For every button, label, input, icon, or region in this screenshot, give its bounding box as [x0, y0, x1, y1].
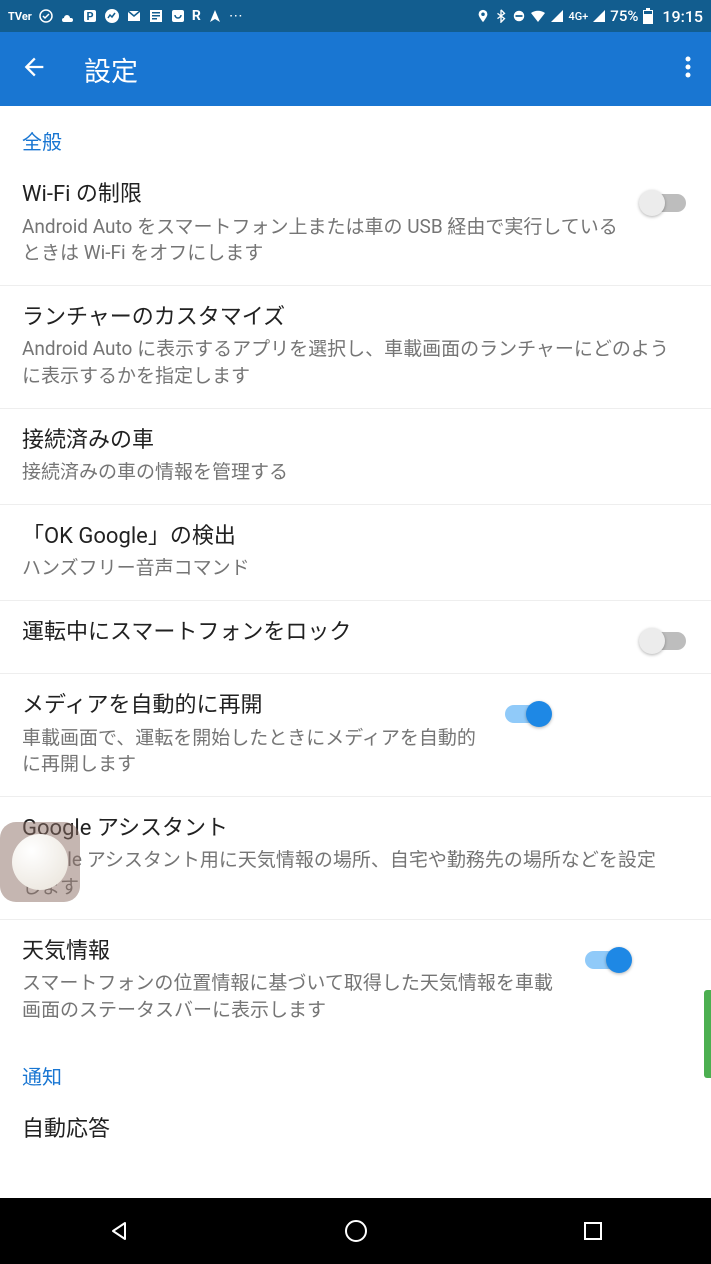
setting-weather[interactable]: 天気情報 スマートフォンの位置情報に基づいて取得した天気情報を車載画面のステータ… — [0, 920, 711, 1042]
bag-icon — [170, 8, 186, 24]
section-header-notifications: 通知 — [0, 1041, 711, 1098]
setting-media-resume[interactable]: メディアを自動的に再開 車載画面で、運転を開始したときにメディアを自動的に再開し… — [0, 674, 711, 797]
assistive-touch-button[interactable] — [0, 822, 80, 902]
setting-title: 運転中にスマートフォンをロック — [22, 619, 623, 648]
setting-title: 「OK Google」の検出 — [22, 523, 673, 552]
location-icon — [476, 9, 490, 23]
weather-icon — [60, 8, 76, 24]
r-icon: R — [192, 8, 201, 24]
status-right: 4G+ 75% 19:15 — [476, 7, 703, 26]
setting-desc: 車載画面で、運転を開始したときにメディアを自動的に再開します — [22, 725, 486, 778]
setting-title: Google アシスタント — [22, 815, 673, 844]
switch-weather[interactable] — [582, 946, 632, 974]
setting-desc: ハンズフリー音声コマンド — [22, 555, 673, 582]
battery-icon — [642, 8, 654, 24]
setting-wifi-limit[interactable]: Wi-Fi の制限 Android Auto をスマートフォン上または車の US… — [0, 163, 711, 286]
setting-desc: Google アシスタント用に天気情報の場所、自宅や勤務先の場所などを設定します — [22, 847, 673, 900]
setting-auto-reply[interactable]: 自動応答 — [0, 1098, 711, 1153]
page-title: 設定 — [84, 50, 685, 89]
status-bar: TVer P R ⋯ 4G+ 75% 19:15 — [0, 0, 711, 32]
signal-2-icon — [592, 9, 606, 23]
dnd-icon — [512, 9, 526, 23]
status-left-icons: TVer P R ⋯ — [8, 8, 243, 24]
more-icon: ⋯ — [229, 8, 243, 24]
section-header-general: 全般 — [0, 106, 711, 163]
nav-arrow-icon — [207, 8, 223, 24]
setting-ok-google[interactable]: 「OK Google」の検出 ハンズフリー音声コマンド — [0, 505, 711, 601]
nav-recent-button[interactable] — [579, 1217, 607, 1245]
overflow-menu-button[interactable] — [685, 56, 691, 82]
gmail-icon — [126, 8, 142, 24]
assistive-touch-icon — [12, 834, 68, 890]
app-icon-1 — [38, 8, 54, 24]
switch-wifi-limit[interactable] — [639, 189, 689, 217]
app-bar: 設定 — [0, 32, 711, 106]
back-button[interactable] — [20, 53, 48, 85]
setting-title: ランチャーのカスタマイズ — [22, 304, 673, 333]
tver-icon: TVer — [8, 10, 32, 23]
setting-title: 天気情報 — [22, 938, 566, 967]
wifi-icon — [530, 9, 546, 23]
chart-icon — [104, 8, 120, 24]
setting-desc: Android Auto に表示するアプリを選択し、車載画面のランチャーにどのよ… — [22, 336, 673, 389]
battery-pct: 75% — [610, 7, 638, 25]
signal-1-icon — [550, 9, 564, 23]
setting-connected-cars[interactable]: 接続済みの車 接続済みの車の情報を管理する — [0, 409, 711, 505]
setting-desc: 接続済みの車の情報を管理する — [22, 459, 673, 486]
p-icon: P — [82, 8, 98, 24]
bluetooth-icon — [494, 9, 508, 23]
settings-list[interactable]: 全般 Wi-Fi の制限 Android Auto をスマートフォン上または車の… — [0, 106, 711, 1198]
clock: 19:15 — [662, 7, 703, 26]
switch-media-resume[interactable] — [502, 700, 552, 728]
setting-title: 接続済みの車 — [22, 427, 673, 456]
switch-lock-phone[interactable] — [639, 627, 689, 655]
scroll-indicator — [704, 990, 711, 1078]
system-nav-bar — [0, 1198, 711, 1264]
setting-lock-phone[interactable]: 運転中にスマートフォンをロック — [0, 601, 711, 674]
setting-desc: スマートフォンの位置情報に基づいて取得した天気情報を車載画面のステータスバーに表… — [22, 970, 566, 1023]
setting-title: Wi-Fi の制限 — [22, 181, 623, 210]
nav-back-button[interactable] — [105, 1217, 133, 1245]
setting-google-assistant[interactable]: Google アシスタント Google アシスタント用に天気情報の場所、自宅や… — [0, 797, 711, 920]
news-icon — [148, 8, 164, 24]
setting-title: メディアを自動的に再開 — [22, 692, 486, 721]
svg-text:P: P — [86, 10, 93, 23]
setting-title: 自動応答 — [22, 1116, 673, 1145]
network-label: 4G+ — [568, 10, 588, 23]
nav-home-button[interactable] — [342, 1217, 370, 1245]
setting-launcher-customize[interactable]: ランチャーのカスタマイズ Android Auto に表示するアプリを選択し、車… — [0, 286, 711, 409]
setting-desc: Android Auto をスマートフォン上または車の USB 経由で実行してい… — [22, 214, 623, 267]
